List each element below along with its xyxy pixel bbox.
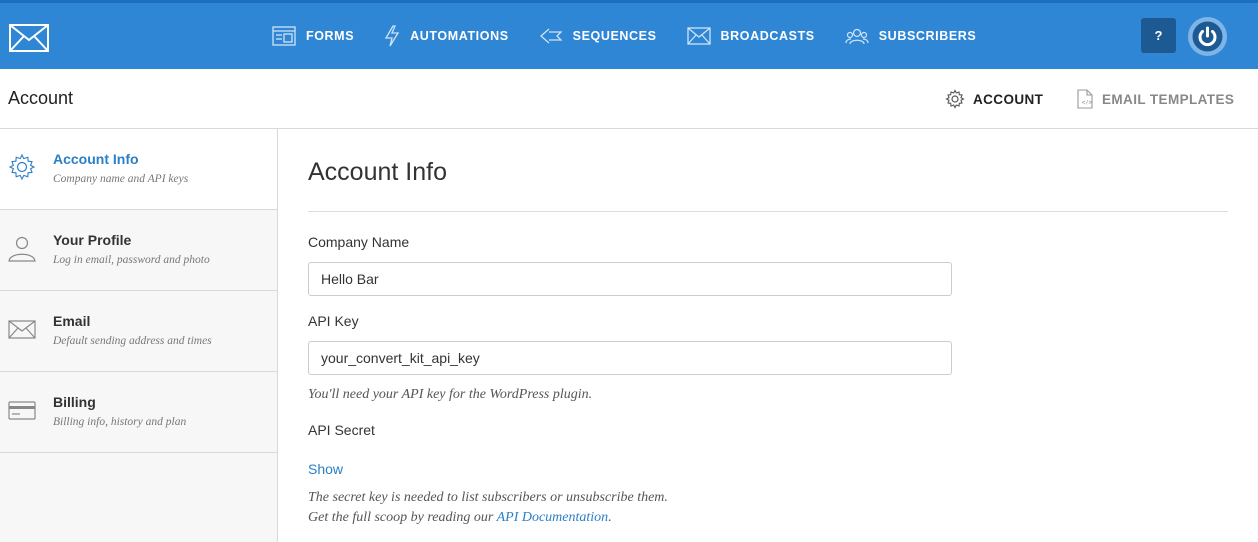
sidebar-item-title: Email	[53, 313, 91, 329]
api-doc-hint: Get the full scoop by reading our API Do…	[308, 510, 612, 526]
api-doc-hint-prefix: Get the full scoop by reading our	[308, 510, 494, 525]
nav-forms[interactable]: FORMS	[272, 26, 354, 46]
sub-header: Account ACCOUNT </> EMAIL TEMPLATES	[0, 69, 1258, 129]
tab-account-label: ACCOUNT	[973, 91, 1044, 107]
nav-sequences[interactable]: SEQUENCES	[539, 27, 657, 45]
api-documentation-link[interactable]: API Documentation	[497, 510, 609, 525]
sidebar-item-billing[interactable]: Billing Billing info, history and plan	[0, 372, 277, 453]
nav-broadcasts[interactable]: BROADCASTS	[686, 27, 815, 45]
api-key-hint: You'll need your API key for the WordPre…	[308, 387, 593, 402]
sidebar-item-title: Your Profile	[53, 232, 132, 248]
api-doc-hint-suffix: .	[608, 510, 612, 525]
sequences-icon	[539, 28, 563, 44]
sidebar-item-desc: Billing info, history and plan	[53, 416, 187, 428]
forms-icon	[272, 26, 296, 46]
sidebar: Account Info Company name and API keys Y…	[0, 129, 278, 542]
help-button[interactable]: ?	[1141, 18, 1176, 53]
document-icon: </>	[1077, 89, 1093, 109]
top-nav: FORMS AUTOMATIONS SEQUENCES BROADCASTS S…	[0, 0, 1258, 69]
divider	[308, 211, 1228, 212]
show-secret-link[interactable]: Show	[308, 461, 343, 477]
main-content: Account Info Company Name API Key You'll…	[308, 129, 1228, 542]
company-name-label: Company Name	[308, 234, 410, 250]
users-icon	[845, 28, 869, 45]
tab-email-templates[interactable]: </> EMAIL TEMPLATES	[1076, 89, 1234, 109]
envelope-icon	[686, 27, 711, 45]
api-secret-label: API Secret	[308, 422, 375, 438]
page-title: Account	[8, 88, 74, 108]
user-icon	[8, 236, 36, 262]
api-key-label: API Key	[308, 313, 359, 329]
sidebar-item-desc: Default sending address and times	[53, 335, 212, 347]
api-key-field[interactable]	[308, 341, 952, 375]
nav-forms-label: FORMS	[306, 29, 355, 43]
nav-sequences-label: SEQUENCES	[572, 29, 657, 43]
logo-envelope-icon[interactable]	[9, 24, 49, 52]
sidebar-item-desc: Log in email, password and photo	[53, 254, 210, 266]
lightning-icon	[385, 25, 400, 47]
envelope-icon	[8, 320, 36, 339]
sidebar-item-desc: Company name and API keys	[53, 173, 189, 185]
nav-subscribers-label: SUBSCRIBERS	[878, 29, 977, 43]
section-title: Account Info	[308, 158, 447, 186]
avatar[interactable]	[1188, 17, 1227, 56]
company-name-field[interactable]	[308, 262, 952, 296]
secret-hint: The secret key is needed to list subscri…	[308, 490, 668, 505]
sidebar-item-title: Billing	[53, 394, 96, 410]
gear-icon	[8, 153, 36, 181]
tab-account[interactable]: ACCOUNT	[945, 89, 1043, 109]
power-icon	[1192, 21, 1223, 52]
nav-subscribers[interactable]: SUBSCRIBERS	[845, 27, 977, 45]
tab-email-templates-label: EMAIL TEMPLATES	[1102, 91, 1235, 107]
sidebar-item-title: Account Info	[53, 151, 139, 167]
nav-automations-label: AUTOMATIONS	[410, 29, 509, 43]
sidebar-item-account-info[interactable]: Account Info Company name and API keys	[0, 129, 277, 210]
svg-text:</>: </>	[1082, 100, 1093, 106]
gear-icon	[945, 89, 965, 109]
sidebar-item-email[interactable]: Email Default sending address and times	[0, 291, 277, 372]
nav-automations[interactable]: AUTOMATIONS	[384, 25, 509, 47]
sidebar-item-your-profile[interactable]: Your Profile Log in email, password and …	[0, 210, 277, 291]
nav-broadcasts-label: BROADCASTS	[720, 29, 815, 43]
credit-card-icon	[8, 401, 36, 420]
